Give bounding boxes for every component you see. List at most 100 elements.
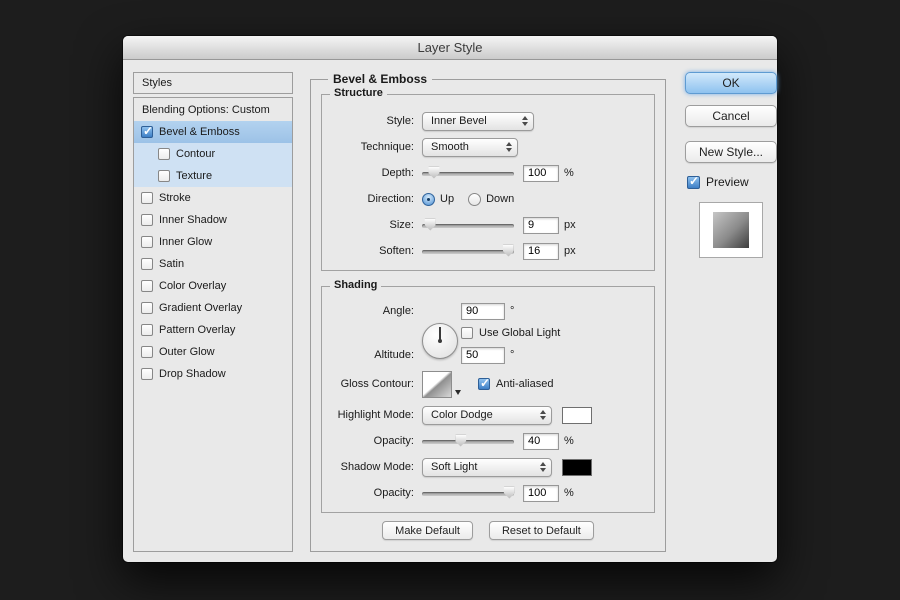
use-global-light-checkbox[interactable] [461,327,473,339]
styles-item-label: Pattern Overlay [159,324,236,336]
dialog-content: Styles Blending Options: Custom Bevel & … [123,61,777,562]
shading-group: Shading Angle: ° Use Glo [321,279,655,513]
styles-item-label: Bevel & Emboss [159,126,240,138]
style-row: Style: Inner Bevel [330,108,646,134]
highlight-opacity-thumb[interactable] [455,434,467,447]
panel-title: Bevel & Emboss [328,72,433,86]
checkbox[interactable] [158,148,170,160]
new-style-button[interactable]: New Style... [685,141,777,163]
checkbox[interactable] [141,280,153,292]
shadow-opacity-input[interactable] [523,484,559,502]
size-unit: px [564,219,576,231]
gloss-contour-thumbnail[interactable] [422,370,452,398]
soften-slider[interactable] [422,244,514,258]
checkbox[interactable] [141,302,153,314]
titlebar[interactable]: Layer Style [123,36,777,60]
styles-item-label: Texture [176,170,213,182]
shadow-mode-dropdown[interactable]: Soft Light [422,457,552,477]
radio-down[interactable] [468,192,482,206]
direction-down-option[interactable]: Down [468,192,514,206]
make-default-button[interactable]: Make Default [382,521,473,540]
checkbox[interactable] [141,236,153,248]
styles-panel: Styles Blending Options: Custom Bevel & … [133,72,293,552]
cancel-button[interactable]: Cancel [685,105,777,127]
checkbox[interactable] [141,258,153,270]
technique-dropdown[interactable]: Smooth [422,137,518,157]
gloss-contour-arrow-icon[interactable] [452,371,464,398]
size-input[interactable] [523,216,559,234]
styles-item-bevel-emboss[interactable]: Bevel & Emboss [134,121,292,143]
depth-slider[interactable] [422,166,514,180]
highlight-opacity-input[interactable] [523,432,559,450]
soften-input[interactable] [523,242,559,260]
styles-item-satin[interactable]: Satin [134,253,292,275]
styles-item-outer-glow[interactable]: Outer Glow [134,341,292,363]
shadow-opacity-slider[interactable] [422,486,515,500]
styles-item-label: Inner Glow [159,236,213,248]
checkbox[interactable] [141,324,153,336]
styles-item-stroke[interactable]: Stroke [134,187,292,209]
shadow-mode-label: Shadow Mode: [340,461,414,473]
styles-item-contour[interactable]: Contour [134,143,292,165]
angle-input[interactable] [461,302,505,320]
altitude-row: Altitude: ° [330,344,646,366]
anti-aliased-checkbox[interactable] [478,376,490,390]
shading-group-title: Shading [330,279,382,291]
styles-item-texture[interactable]: Texture [134,165,292,187]
checkbox[interactable] [141,368,153,380]
checkbox[interactable] [141,192,153,204]
soften-slider-thumb[interactable] [502,244,514,257]
reset-to-default-button[interactable]: Reset to Default [488,521,594,540]
angle-row: Angle: ° [330,300,646,322]
styles-list: Blending Options: Custom Bevel & Emboss … [133,97,293,552]
styles-item-label: Drop Shadow [159,368,226,380]
checkbox[interactable] [141,214,153,226]
direction-label: Direction: [367,193,414,205]
gloss-contour-row: Gloss Contour: Anti-aliased [330,366,646,402]
highlight-opacity-slider[interactable] [422,434,514,448]
styles-item-inner-glow[interactable]: Inner Glow [134,231,292,253]
direction-row: Direction: Up Down [330,186,646,212]
size-slider-thumb[interactable] [424,218,436,231]
styles-item-color-overlay[interactable]: Color Overlay [134,275,292,297]
actions-panel: OK Cancel New Style... Preview [685,72,777,552]
shadow-mode-row: Shadow Mode: Soft Light [330,454,646,480]
styles-item-drop-shadow[interactable]: Drop Shadow [134,363,292,385]
technique-label: Technique: [360,141,414,153]
preview-checkbox[interactable] [687,174,700,189]
size-slider[interactable] [422,218,514,232]
shadow-opacity-thumb[interactable] [503,486,515,499]
checkbox[interactable] [158,170,170,182]
styles-item-blending-options[interactable]: Blending Options: Custom [134,98,292,121]
shadow-color-swatch[interactable] [562,458,592,476]
preview-option[interactable]: Preview [685,174,777,189]
radio-up[interactable] [422,192,435,206]
angle-dial-center [438,339,442,343]
style-dropdown[interactable]: Inner Bevel [422,111,534,131]
shadow-mode-value: Soft Light [431,461,478,473]
depth-unit: % [564,167,574,179]
updown-arrows-icon [540,462,546,472]
styles-item-pattern-overlay[interactable]: Pattern Overlay [134,319,292,341]
highlight-mode-dropdown[interactable]: Color Dodge [422,405,552,425]
styles-item-gradient-overlay[interactable]: Gradient Overlay [134,297,292,319]
checkbox[interactable] [141,346,153,358]
highlight-mode-label: Highlight Mode: [337,409,414,421]
styles-item-inner-shadow[interactable]: Inner Shadow [134,209,292,231]
use-global-light-option[interactable]: Use Global Light [461,327,560,339]
angle-dial[interactable] [422,323,458,359]
anti-aliased-option[interactable]: Anti-aliased [478,376,553,390]
technique-row: Technique: Smooth [330,134,646,160]
depth-slider-thumb[interactable] [428,166,440,179]
direction-up-option[interactable]: Up [422,192,454,206]
altitude-input[interactable] [461,346,505,364]
footer-buttons: Make Default Reset to Default [311,521,665,540]
depth-input[interactable] [523,164,559,182]
updown-arrows-icon [506,142,512,152]
styles-item-label: Inner Shadow [159,214,227,226]
checkbox[interactable] [141,124,153,138]
styles-item-label: Satin [159,258,185,270]
ok-button[interactable]: OK [685,72,777,94]
angle-unit: ° [510,305,515,317]
highlight-color-swatch[interactable] [562,406,592,424]
